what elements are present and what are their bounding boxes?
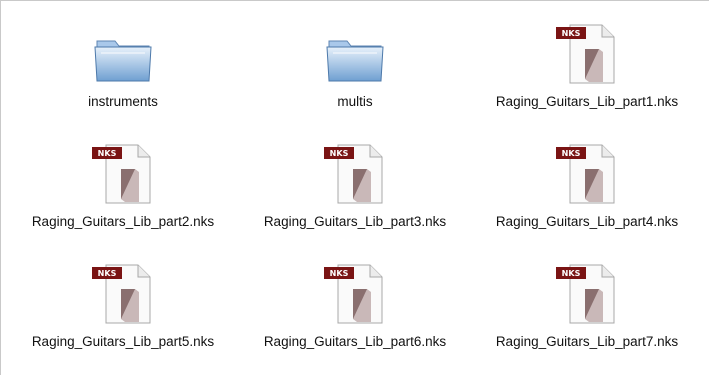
folder-item-instruments[interactable]: instruments xyxy=(7,15,239,135)
nks-file-icon: NKS xyxy=(551,255,623,325)
item-label: instruments xyxy=(88,94,158,109)
folder-icon xyxy=(319,15,391,85)
nks-file-item[interactable]: NKS Raging_Guitars_Lib_part1.nks xyxy=(471,15,703,135)
svg-text:NKS: NKS xyxy=(330,149,349,158)
nks-file-item[interactable]: NKS Raging_Guitars_Lib_part6.nks xyxy=(239,255,471,375)
item-label: Raging_Guitars_Lib_part2.nks xyxy=(31,214,215,229)
item-label: Raging_Guitars_Lib_part3.nks xyxy=(263,214,447,229)
item-label: multis xyxy=(337,94,373,109)
nks-file-item[interactable]: NKS Raging_Guitars_Lib_part3.nks xyxy=(239,135,471,255)
nks-file-item[interactable]: NKS Raging_Guitars_Lib_part2.nks xyxy=(7,135,239,255)
icon-grid: instruments multis NKS Raging_Guitars_Li… xyxy=(7,15,704,375)
svg-text:NKS: NKS xyxy=(330,269,349,278)
finder-window: instruments multis NKS Raging_Guitars_Li… xyxy=(0,0,709,375)
nks-file-item[interactable]: NKS Raging_Guitars_Lib_part7.nks xyxy=(471,255,703,375)
item-label: Raging_Guitars_Lib_part7.nks xyxy=(495,334,679,349)
nks-file-icon: NKS xyxy=(87,255,159,325)
nks-file-item[interactable]: NKS Raging_Guitars_Lib_part4.nks xyxy=(471,135,703,255)
nks-file-icon: NKS xyxy=(551,15,623,85)
svg-text:NKS: NKS xyxy=(98,269,117,278)
svg-text:NKS: NKS xyxy=(562,149,581,158)
svg-text:NKS: NKS xyxy=(562,29,581,38)
item-label: Raging_Guitars_Lib_part6.nks xyxy=(263,334,447,349)
item-label: Raging_Guitars_Lib_part5.nks xyxy=(31,334,215,349)
nks-file-icon: NKS xyxy=(319,135,391,205)
nks-file-icon: NKS xyxy=(87,135,159,205)
nks-file-item[interactable]: NKS Raging_Guitars_Lib_part5.nks xyxy=(7,255,239,375)
svg-text:NKS: NKS xyxy=(98,149,117,158)
nks-file-icon: NKS xyxy=(551,135,623,205)
folder-icon xyxy=(87,15,159,85)
folder-item-multis[interactable]: multis xyxy=(239,15,471,135)
item-label: Raging_Guitars_Lib_part1.nks xyxy=(495,94,679,109)
item-label: Raging_Guitars_Lib_part4.nks xyxy=(495,214,679,229)
nks-file-icon: NKS xyxy=(319,255,391,325)
svg-text:NKS: NKS xyxy=(562,269,581,278)
